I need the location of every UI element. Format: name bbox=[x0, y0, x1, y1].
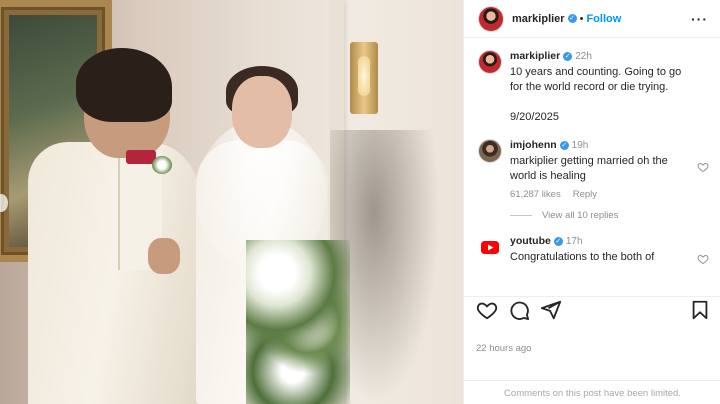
heart-icon[interactable] bbox=[697, 253, 709, 265]
caption-time: 22h bbox=[575, 51, 592, 62]
post-header: markiplier ✓ • Follow ··· bbox=[464, 0, 720, 38]
verified-icon: ✓ bbox=[559, 141, 569, 150]
verified-icon: ✓ bbox=[563, 52, 573, 61]
caption-date: 9/20/2025 bbox=[510, 111, 559, 123]
youtube-avatar[interactable] bbox=[478, 235, 502, 259]
reply-button[interactable]: Reply bbox=[573, 189, 597, 200]
action-bar bbox=[464, 296, 720, 322]
heart-icon[interactable] bbox=[697, 161, 709, 173]
posted-time: 22 hours ago bbox=[476, 343, 532, 354]
verified-icon: ✓ bbox=[567, 14, 577, 23]
caption-avatar[interactable] bbox=[478, 50, 502, 74]
bouquet bbox=[246, 240, 350, 404]
comments-limited-notice: Comments on this post have been limited. bbox=[464, 380, 720, 404]
separator-dot: • bbox=[579, 12, 584, 25]
save-icon[interactable] bbox=[689, 299, 711, 321]
comment-text: markiplier getting married oh the world … bbox=[510, 155, 668, 182]
comments-list[interactable]: markiplier ✓ 22h 10 years and counting. Go… bbox=[464, 44, 720, 286]
commenter-username[interactable]: youtube bbox=[510, 235, 551, 247]
heart-icon[interactable] bbox=[476, 299, 498, 321]
comment-item: youtube ✓ 17h Congratulations to the both … bbox=[464, 229, 720, 265]
commenter-avatar[interactable] bbox=[478, 139, 502, 163]
groom-jacket bbox=[28, 142, 198, 404]
groom-hand bbox=[148, 238, 180, 274]
comment-text: Congratulations to the both of bbox=[510, 251, 655, 263]
bride-face bbox=[232, 76, 292, 148]
commenter-username[interactable]: imjohenn bbox=[510, 139, 557, 151]
share-icon[interactable] bbox=[540, 299, 562, 321]
boutonniere bbox=[152, 156, 172, 174]
comment-icon[interactable] bbox=[508, 299, 530, 321]
caption-text: 10 years and counting. Going to go for t… bbox=[510, 66, 682, 93]
follow-button[interactable]: Follow bbox=[586, 13, 621, 25]
comment-item: imjohenn ✓ 19h markiplier getting married … bbox=[464, 133, 720, 200]
comment-likes[interactable]: 61,287 likes bbox=[510, 189, 561, 200]
youtube-icon bbox=[481, 240, 499, 254]
comment-time: 17h bbox=[565, 236, 583, 247]
post-panel: markiplier ✓ • Follow ··· markiplier ✓ 22h… bbox=[463, 0, 720, 404]
verified-icon: ✓ bbox=[553, 237, 563, 246]
comment-time: 19h bbox=[571, 140, 589, 151]
post-photo[interactable] bbox=[0, 0, 463, 404]
caption: markiplier ✓ 22h 10 years and counting. Go… bbox=[464, 44, 720, 123]
view-replies-link[interactable]: View all 10 replies bbox=[464, 200, 720, 225]
wall-sconce bbox=[350, 42, 378, 114]
more-icon[interactable]: ··· bbox=[691, 11, 708, 27]
author-username[interactable]: markiplier bbox=[512, 13, 565, 25]
groom-hair bbox=[76, 48, 172, 122]
caption-username[interactable]: markiplier bbox=[510, 50, 560, 62]
author-avatar[interactable] bbox=[478, 5, 504, 32]
